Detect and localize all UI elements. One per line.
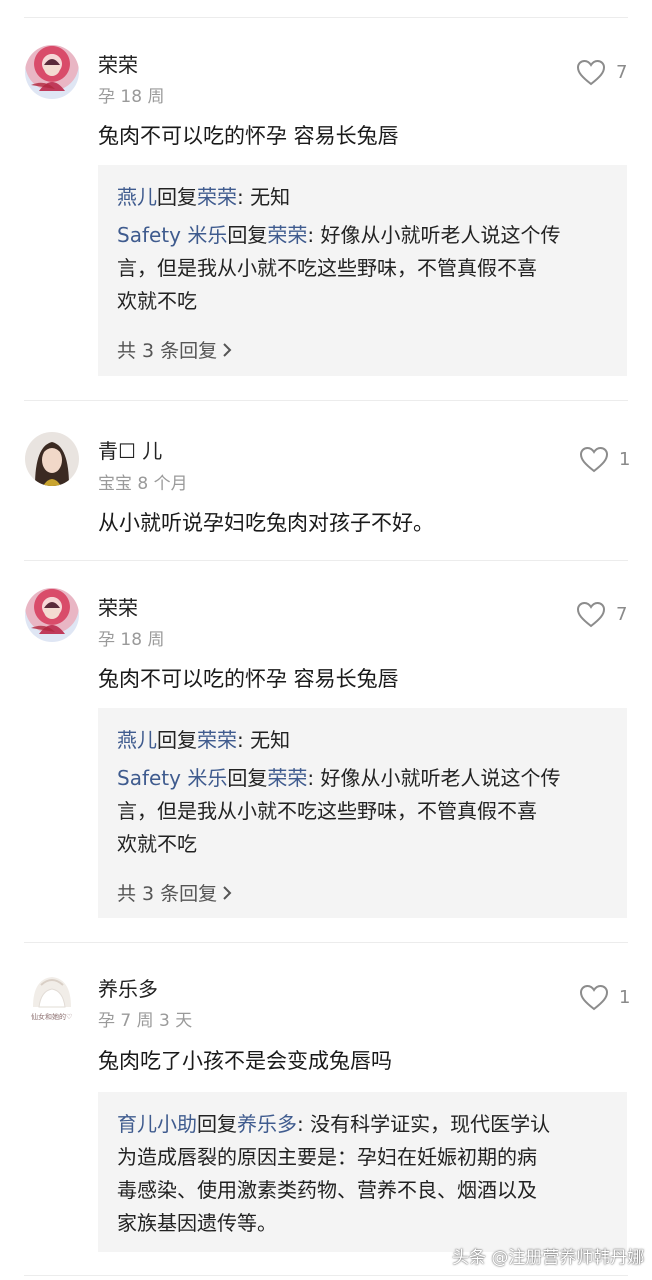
reply-text-cont: 言，但是我从小就不吃这些野味，不管真假不喜 [117,256,537,280]
reply-box: 燕儿回复荣荣: 无知 Safety 米乐回复荣荣: 好像从小就听老人说这个传 言… [98,708,627,918]
view-more-replies[interactable]: 共 3 条回复 [117,879,609,906]
reply-text: : 无知 [237,185,291,209]
more-replies-label: 共 3 条回复 [117,340,218,362]
watermark: 头条 @注册营养师韩丹娜 [452,1248,645,1268]
reply-text-cont: 欢就不吃 [117,832,197,856]
divider [24,17,628,18]
username[interactable]: 荣荣 [98,592,138,621]
reply-box: 育儿小助回复养乐多: 没有科学证实，现代医学认 为造成唇裂的原因主要是：孕妇在妊… [98,1092,627,1252]
divider [24,400,628,401]
heart-outline-icon [576,59,606,86]
heart-outline-icon [579,984,609,1011]
reply-text-cont: 毒感染、使用激素类药物、营养不良、烟酒以及 [117,1178,537,1202]
heart-outline-icon [576,601,606,628]
like-button[interactable]: 1 [579,446,630,473]
reply-verb: 回复 [157,185,197,209]
chevron-right-icon [223,342,232,357]
reply-text: : 好像从小就听老人说这个传 [307,223,561,247]
username[interactable]: 养乐多 [98,973,158,1002]
reply-text: : 没有科学证实，现代医学认 [297,1112,551,1136]
reply-text: : 好像从小就听老人说这个传 [307,766,561,790]
avatar[interactable]: 仙女和她的♡ [25,973,79,1027]
avatar[interactable] [25,432,79,486]
like-button[interactable]: 1 [579,984,630,1011]
user-meta: 孕 18 周 [98,87,165,107]
chevron-right-icon [223,885,232,900]
avatar-caption: 仙女和她的♡ [31,1013,73,1021]
reply-target[interactable]: 荣荣 [197,728,237,752]
more-replies-label: 共 3 条回复 [117,883,218,905]
divider [24,560,628,561]
reply-line: 燕儿回复荣荣: 无知 [117,724,609,757]
reply-target[interactable]: 养乐多 [237,1112,297,1136]
reply-author[interactable]: Safety 米乐 [117,766,227,790]
avatar[interactable] [25,45,79,99]
view-more-replies[interactable]: 共 3 条回复 [117,336,609,363]
reply-line: Safety 米乐回复荣荣: 好像从小就听老人说这个传 言，但是我从小就不吃这些… [117,762,609,861]
user-meta: 宝宝 8 个月 [98,474,188,494]
like-button[interactable]: 7 [576,59,627,86]
reply-text-cont: 言，但是我从小就不吃这些野味，不管真假不喜 [117,799,537,823]
reply-text: : 无知 [237,728,291,752]
reply-verb: 回复 [227,223,268,247]
comment-text: 兔肉不可以吃的怀孕 容易长兔唇 [98,667,399,691]
like-count: 1 [619,449,631,470]
divider [24,942,628,943]
reply-author[interactable]: Safety 米乐 [117,223,227,247]
reply-verb: 回复 [227,766,268,790]
reply-line: 育儿小助回复养乐多: 没有科学证实，现代医学认 为造成唇裂的原因主要是：孕妇在妊… [117,1108,609,1240]
divider [24,1275,628,1276]
reply-author[interactable]: 育儿小助 [117,1112,197,1136]
comment-text: 从小就听说孕妇吃兔肉对孩子不好。 [98,511,434,535]
reply-target[interactable]: 荣荣 [197,185,237,209]
reply-author[interactable]: 燕儿 [117,185,157,209]
user-meta: 孕 18 周 [98,630,165,650]
heart-outline-icon [579,446,609,473]
like-count: 1 [619,987,631,1008]
like-button[interactable]: 7 [576,601,627,628]
avatar-image [31,602,65,634]
reply-text-cont: 欢就不吃 [117,289,197,313]
reply-box: 燕儿回复荣荣: 无知 Safety 米乐回复荣荣: 好像从小就听老人说这个传 言… [98,165,627,376]
username[interactable]: 荣荣 [98,49,138,78]
reply-line: 燕儿回复荣荣: 无知 [117,181,609,214]
comment-text: 兔肉不可以吃的怀孕 容易长兔唇 [98,124,399,148]
reply-target[interactable]: 荣荣 [267,223,307,247]
username[interactable]: 青☐ 儿 [98,435,162,464]
reply-line: Safety 米乐回复荣荣: 好像从小就听老人说这个传 言，但是我从小就不吃这些… [117,219,609,318]
like-count: 7 [616,604,628,625]
reply-text-cont: 为造成唇裂的原因主要是：孕妇在妊娠初期的病 [117,1145,537,1169]
user-meta: 孕 7 周 3 天 [98,1011,193,1031]
reply-text-cont: 家族基因遗传等。 [117,1211,277,1235]
like-count: 7 [616,62,628,83]
reply-target[interactable]: 荣荣 [267,766,307,790]
reply-verb: 回复 [197,1112,237,1136]
comment-text: 兔肉吃了小孩不是会变成兔唇吗 [98,1049,392,1073]
reply-verb: 回复 [157,728,197,752]
avatar[interactable] [25,588,79,642]
avatar-image [31,59,65,91]
reply-author[interactable]: 燕儿 [117,728,157,752]
avatar-image [35,442,69,486]
